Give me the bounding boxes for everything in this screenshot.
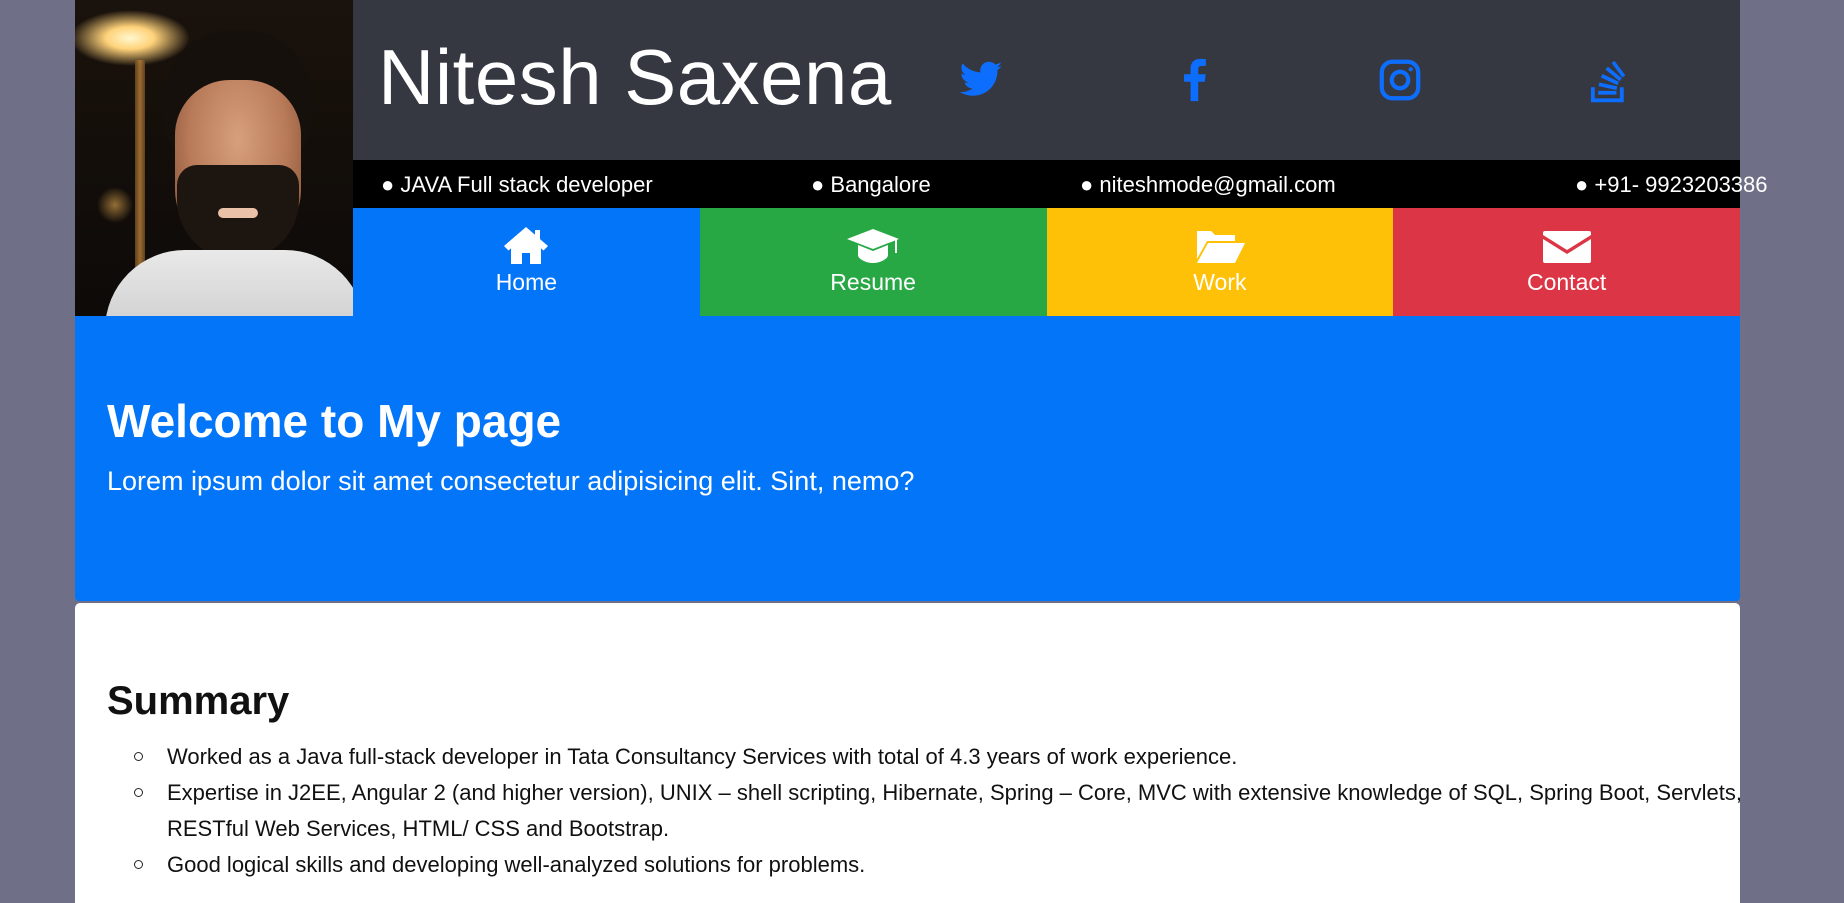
location-text: ● Bangalore: [811, 172, 931, 197]
summary-heading: Summary: [107, 679, 290, 723]
instagram-icon: [1377, 57, 1423, 103]
twitter-icon: [958, 57, 1004, 103]
facebook-link[interactable]: [1171, 57, 1217, 103]
info-bar: ● JAVA Full stack developer ● Bangalore …: [353, 160, 1768, 208]
main-nav: Home Resume Work Contact: [353, 208, 1740, 316]
profile-name: Nitesh Saxena: [378, 33, 892, 121]
nav-home-label: Home: [495, 269, 558, 295]
welcome-heading: Welcome to My page: [107, 395, 562, 447]
graduation-cap-icon: [846, 223, 900, 267]
stackoverflow-link[interactable]: [1585, 57, 1631, 103]
nav-home[interactable]: Home: [353, 208, 700, 316]
twitter-link[interactable]: [958, 57, 1004, 103]
header-bar: Nitesh Saxena: [353, 0, 1740, 160]
welcome-subtitle: Lorem ipsum dolor sit amet consectetur a…: [107, 466, 915, 496]
list-item: Good logical skills and developing well-…: [134, 847, 1747, 883]
list-item: Worked as a Java full-stack developer in…: [134, 739, 1747, 775]
email-text: ● niteshmode@gmail.com: [1080, 172, 1336, 197]
facebook-icon: [1171, 57, 1217, 103]
nav-contact-label: Contact: [1526, 269, 1607, 295]
page: Nitesh Saxena ● JAVA Full stack develope…: [75, 0, 1768, 903]
nav-resume[interactable]: Resume: [699, 208, 1047, 316]
stackoverflow-icon: [1585, 57, 1631, 103]
nav-resume-label: Resume: [830, 269, 916, 295]
summary-card: Summary Worked as a Java full-stack deve…: [75, 603, 1742, 903]
folder-open-icon: [1193, 223, 1247, 267]
phone-text: ● +91- 9923203386: [1575, 172, 1768, 197]
nav-work-label: Work: [1193, 269, 1247, 295]
profile-photo: [75, 0, 353, 316]
nav-contact[interactable]: Contact: [1393, 208, 1740, 316]
role-text: ● JAVA Full stack developer: [381, 172, 653, 197]
home-icon: [499, 223, 553, 267]
instagram-link[interactable]: [1377, 57, 1423, 103]
welcome-jumbotron: Welcome to My page Lorem ipsum dolor sit…: [75, 316, 1740, 601]
list-item: Expertise in J2EE, Angular 2 (and higher…: [134, 775, 1747, 847]
nav-work[interactable]: Work: [1046, 208, 1394, 316]
envelope-icon: [1540, 223, 1594, 267]
summary-list: Worked as a Java full-stack developer in…: [107, 739, 1747, 883]
